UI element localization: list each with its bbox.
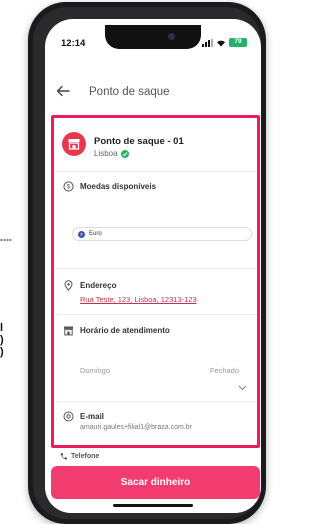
weekday-label: Domingo <box>80 366 111 375</box>
divider <box>54 314 257 315</box>
coin-icon: $ <box>63 181 74 192</box>
edge-dots-decoration <box>0 238 12 242</box>
edge-text-fragment: l)) <box>0 322 4 358</box>
eu-flag-icon <box>78 230 85 238</box>
withdraw-money-button[interactable]: Sacar dinheiro <box>51 466 260 499</box>
address-label: Endereço <box>80 281 117 290</box>
notch <box>105 25 201 49</box>
phone-bezel: 12:14 79 Ponto de saque Ponto de saque -… <box>33 7 261 519</box>
battery-icon: 79 <box>229 38 247 47</box>
chevron-down-icon[interactable] <box>238 385 247 391</box>
phone-icon <box>60 453 67 460</box>
point-name: Ponto de saque - 01 <box>94 136 184 147</box>
at-sign-icon <box>63 411 74 422</box>
divider <box>54 401 257 402</box>
svg-text:$: $ <box>67 185 71 191</box>
opening-hours-label: Horário de atendimento <box>80 326 170 335</box>
divider <box>54 268 257 269</box>
opening-status: Fechado <box>209 366 239 375</box>
withdrawal-point-card: Ponto de saque - 01 Lisboa $ Moedas disp… <box>51 115 260 448</box>
home-indicator <box>113 504 193 507</box>
store-logo-icon <box>62 132 86 156</box>
currency-chip-euro[interactable]: Euro <box>72 227 252 241</box>
verified-check-icon <box>120 149 129 158</box>
status-icons: 79 <box>202 38 247 47</box>
currency-name: Euro <box>89 231 102 237</box>
currencies-label: Moedas disponíveis <box>80 182 157 191</box>
store-icon <box>64 326 73 336</box>
status-bar: 12:14 79 <box>45 19 261 57</box>
point-location: Lisboa <box>94 149 129 158</box>
phone-frame: 12:14 79 Ponto de saque Ponto de saque -… <box>28 2 266 524</box>
wifi-icon <box>216 39 226 47</box>
email-value[interactable]: amauri.gaules+filial1@braza.com.br <box>80 424 192 431</box>
app-screen: 12:14 79 Ponto de saque Ponto de saque -… <box>45 19 261 513</box>
page-title: Ponto de saque <box>89 86 170 98</box>
nav-bar: Ponto de saque <box>45 77 261 107</box>
divider <box>54 171 257 172</box>
signal-icon <box>202 38 213 47</box>
camera-icon <box>168 33 175 40</box>
location-pin-icon <box>64 280 73 291</box>
email-label: E-mail <box>80 412 105 421</box>
address-link[interactable]: Rua Teste, 123, Lisboa, 12313-123 <box>80 295 197 304</box>
status-time: 12:14 <box>61 38 86 49</box>
back-arrow-icon[interactable] <box>55 83 71 99</box>
point-city: Lisboa <box>94 149 118 158</box>
phone-label: Telefone <box>71 453 100 460</box>
